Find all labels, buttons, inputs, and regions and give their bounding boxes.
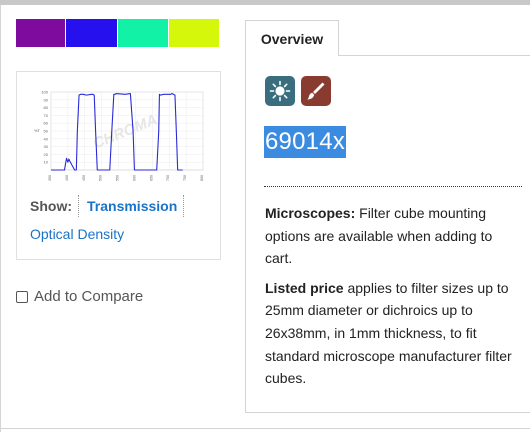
y-tick-label: 20: [44, 152, 49, 157]
y-tick-label: 80: [44, 105, 49, 110]
y-axis-label: %T: [34, 128, 41, 133]
microscopes-note: Microscopes: Filter cube mounting option…: [265, 202, 517, 270]
microscopes-label: Microscopes:: [265, 205, 356, 221]
x-tick-label: 750: [183, 175, 187, 181]
divider: [264, 186, 522, 187]
color-swatch-bar: [16, 19, 220, 47]
optical-density-link[interactable]: Optical Density: [30, 226, 124, 242]
sun-icon: [265, 76, 295, 106]
x-tick-label: 700: [166, 175, 170, 181]
page-border-bottom: [0, 428, 530, 429]
y-tick-label: 50: [44, 129, 49, 134]
product-description: Microscopes: Filter cube mounting option…: [265, 202, 517, 397]
top-border-bar: [0, 0, 530, 5]
x-tick-label: 350: [48, 175, 52, 181]
x-tick-label: 550: [116, 175, 120, 181]
y-tick-label: 90: [44, 97, 49, 102]
swatch-blue: [65, 19, 117, 47]
transmission-link[interactable]: Transmission: [87, 195, 185, 217]
y-tick-label: 70: [44, 113, 49, 118]
y-tick-label: 60: [44, 121, 49, 126]
brush-icon: [301, 76, 331, 106]
separator: [78, 195, 79, 217]
y-tick-label: 30: [44, 144, 49, 149]
show-label: Show:: [30, 198, 72, 214]
spectrum-chart[interactable]: 10 20 30 40 50 60 70 80 90 100 350 400 450 500 550 600 6…: [29, 88, 211, 186]
swatch-violet: [16, 19, 66, 47]
y-tick-label: 40: [44, 136, 49, 141]
part-number: 69014x: [264, 126, 346, 158]
x-tick-label: 600: [132, 175, 136, 181]
x-tick-label: 650: [149, 175, 153, 181]
price-label: Listed price: [265, 279, 344, 296]
x-tick-label: 500: [99, 175, 103, 181]
swatch-aqua: [116, 19, 168, 47]
add-to-compare[interactable]: Add to Compare: [16, 288, 143, 305]
x-tick-label: 450: [82, 175, 86, 181]
swatch-yellow-green: [167, 19, 220, 47]
spectrum-view-toggle: Show: Transmission: [30, 195, 185, 217]
price-note: Listed price applies to filter sizes up …: [265, 277, 517, 390]
page-border: [0, 5, 1, 432]
compare-checkbox[interactable]: [16, 290, 28, 303]
y-tick-label: 10: [44, 160, 49, 165]
compare-label: Add to Compare: [34, 288, 144, 305]
spectrum-card: 10 20 30 40 50 60 70 80 90 100 350 400 450 500 550 600 6…: [16, 71, 221, 260]
tab-overview[interactable]: Overview: [245, 20, 339, 56]
x-tick-label: 400: [65, 175, 69, 181]
x-tick-label: 800: [200, 175, 204, 181]
y-tick-label: 100: [41, 90, 48, 95]
